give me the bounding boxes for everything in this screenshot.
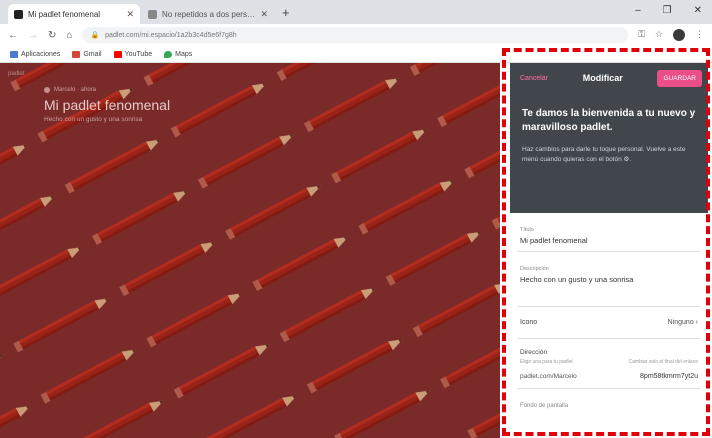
panel-header: Cancelar Modificar GUARDAR: [510, 63, 708, 93]
welcome-banner: Te damos la bienvenida a tu nuevo y mara…: [510, 93, 708, 213]
bookmark-label: Aplicaciones: [21, 50, 61, 58]
apps-icon: [10, 50, 18, 58]
modify-panel: Cancelar Modificar GUARDAR Te damos la b…: [510, 63, 708, 438]
gmail-icon: [72, 50, 81, 58]
bookmark-youtube[interactable]: YouTube: [113, 50, 153, 58]
icon-setting-label: Icono: [520, 319, 538, 326]
address-sub-right: Cambiar solo el final del enlace: [628, 359, 698, 365]
padlet-board[interactable]: padlet Marcelo · ahora Mi padlet fenomen…: [0, 63, 500, 438]
tab-title: Mi padlet fenomenal: [28, 9, 101, 19]
tab-active[interactable]: Mi padlet fenomenal ✕: [8, 4, 140, 24]
author-text: Marcelo · ahora: [54, 87, 97, 93]
address-prefix: padlet.com/Marcelo: [520, 373, 577, 380]
panel-body: Título Mi padlet fenomenal Descripción H…: [510, 213, 708, 423]
youtube-icon: [113, 50, 122, 58]
maximize-icon[interactable]: ❐: [663, 5, 672, 16]
lock-icon: 🔒: [90, 32, 100, 39]
reload-icon[interactable]: ↻: [48, 30, 56, 41]
close-window-icon[interactable]: ✕: [694, 5, 702, 16]
padlet-favicon-icon: [14, 9, 23, 19]
board-title: Mi padlet fenomenal: [44, 97, 171, 113]
browser-toolbar: ← → ↻ ⌂ 🔒 padlet.com/mi.espacio/1a2b3c4d…: [0, 24, 712, 46]
bookmark-label: Maps: [175, 50, 193, 58]
icon-setting-row[interactable]: Icono Ninguno ›: [518, 307, 700, 339]
minimize-icon[interactable]: –: [635, 5, 641, 16]
address-bar[interactable]: 🔒 padlet.com/mi.espacio/1a2b3c4d5e6f7g8h: [82, 27, 629, 43]
title-field-label: Título: [520, 227, 534, 233]
star-icon[interactable]: ☆: [655, 29, 663, 41]
bookmarks-bar: Aplicaciones Gmail YouTube Maps: [0, 46, 712, 63]
title-field-value[interactable]: Mi padlet fenomenal: [520, 236, 700, 245]
home-icon[interactable]: ⌂: [66, 30, 72, 41]
description-field-label: Descripción: [520, 266, 549, 272]
address-sub-left: Elige una para tu padlet: [520, 359, 573, 365]
close-tab-icon[interactable]: ✕: [260, 9, 268, 20]
cancel-button[interactable]: Cancelar: [520, 75, 548, 82]
board-header: Marcelo · ahora Mi padlet fenomenal Hech…: [44, 87, 170, 123]
title-field[interactable]: Título Mi padlet fenomenal: [518, 213, 700, 252]
bookmark-gmail[interactable]: Gmail: [72, 50, 102, 58]
bookmark-label: Gmail: [83, 50, 102, 58]
address-subtext: Elige una para tu padlet Cambiar solo el…: [520, 359, 698, 365]
browser-tab-bar: Mi padlet fenomenal ✕ No repetidos a dos…: [0, 0, 712, 24]
bookmark-label: YouTube: [124, 50, 153, 58]
page-favicon-icon: [148, 9, 157, 19]
menu-icon[interactable]: ⋮: [695, 29, 704, 41]
board-author: Marcelo · ahora: [44, 87, 170, 93]
author-avatar: [44, 87, 50, 93]
tab-inactive[interactable]: No repetidos a dos personas ✕: [142, 4, 274, 24]
back-icon[interactable]: ←: [8, 30, 18, 41]
new-tab-button[interactable]: +: [282, 5, 290, 20]
description-field-value[interactable]: Hecho con un gusto y una sonrisa: [520, 275, 700, 284]
icon-setting-value: Ninguno ›: [667, 319, 698, 326]
address-line[interactable]: padlet.com/Marcelo 8pm58tkmrm7yt2u: [520, 373, 698, 380]
welcome-text: Haz cambios para darle tu toque personal…: [522, 146, 686, 163]
window-controls: – ❐ ✕: [635, 5, 702, 16]
address-slug-input[interactable]: 8pm58tkmrm7yt2u: [640, 373, 698, 380]
save-button[interactable]: GUARDAR: [657, 69, 702, 87]
panel-title: Modificar: [582, 73, 623, 83]
maps-icon: [164, 50, 173, 58]
address-setting: Dirección Elige una para tu padlet Cambi…: [518, 339, 700, 389]
toolbar-icons: ⚿ ☆ ⋮: [638, 29, 704, 41]
forward-icon[interactable]: →: [28, 30, 38, 41]
profile-avatar[interactable]: [673, 29, 685, 41]
wallpaper-section-label: Fondo de pantalla: [520, 403, 569, 409]
address-label: Dirección: [520, 349, 548, 356]
board-description: Hecho con un gusto y una sonrisa: [44, 116, 143, 123]
bookmark-maps[interactable]: Maps: [164, 50, 193, 58]
close-tab-icon[interactable]: ✕: [126, 9, 134, 20]
tab-title: No repetidos a dos personas: [162, 9, 256, 19]
welcome-heading: Te damos la bienvenida a tu nuevo y mara…: [522, 108, 696, 133]
description-field[interactable]: Descripción Hecho con un gusto y una son…: [518, 252, 700, 307]
board-corner-label: padlet: [8, 71, 25, 77]
bookmark-apps[interactable]: Aplicaciones: [10, 50, 61, 58]
url-text: padlet.com/mi.espacio/1a2b3c4d5e6f7g8h: [105, 31, 237, 39]
key-icon[interactable]: ⚿: [638, 29, 645, 41]
